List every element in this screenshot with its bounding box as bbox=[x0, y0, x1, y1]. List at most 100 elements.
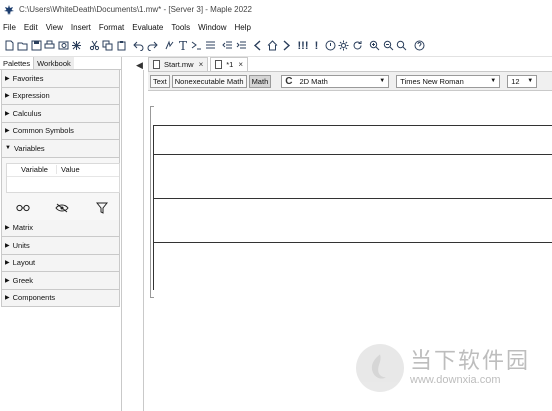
doc-tab-start[interactable]: Start.mw × bbox=[148, 57, 209, 71]
maple-leaf-icon bbox=[4, 4, 14, 15]
save-icon[interactable] bbox=[30, 40, 42, 52]
home-icon[interactable] bbox=[266, 40, 278, 52]
pane-divider[interactable] bbox=[143, 70, 144, 411]
collapse-pane-arrow-icon[interactable]: ◀ bbox=[136, 60, 143, 71]
copy-icon[interactable] bbox=[102, 40, 114, 52]
expand-triangle-icon: ▶ bbox=[5, 93, 10, 100]
help-icon[interactable] bbox=[413, 40, 425, 52]
palette-expression[interactable]: ▶ Expression bbox=[1, 87, 120, 105]
palette-variables[interactable]: ▼ Variables bbox=[1, 140, 120, 158]
palette-label: Common Symbols bbox=[12, 126, 74, 136]
paragraph-icon[interactable] bbox=[204, 40, 216, 52]
zoom-fit-icon[interactable] bbox=[396, 40, 408, 52]
menu-insert[interactable]: Insert bbox=[71, 23, 91, 32]
zoom-in-icon[interactable] bbox=[369, 40, 381, 52]
menu-tools[interactable]: Tools bbox=[171, 23, 190, 32]
doc-tab-1[interactable]: *1 × bbox=[210, 57, 249, 71]
expand-triangle-icon: ▶ bbox=[5, 242, 10, 249]
palette-matrix[interactable]: ▶ Matrix bbox=[1, 219, 120, 237]
execution-group-4[interactable] bbox=[153, 242, 552, 290]
execution-group-3[interactable] bbox=[153, 198, 552, 243]
context-bar: Text Nonexecutable Math Math C 2D Math ▼… bbox=[148, 71, 552, 91]
print-icon[interactable] bbox=[44, 40, 56, 52]
palette-favorites[interactable]: ▶ Favorites bbox=[1, 70, 120, 88]
print-preview-icon[interactable] bbox=[57, 40, 69, 52]
execution-group-1[interactable] bbox=[153, 125, 552, 155]
menu-view[interactable]: View bbox=[46, 23, 63, 32]
main-toolbar: T !!! ! bbox=[0, 35, 552, 57]
math-mode-value: 2D Math bbox=[299, 76, 328, 86]
new-icon[interactable] bbox=[3, 40, 15, 52]
palette-greek[interactable]: ▶ Greek bbox=[1, 272, 120, 290]
menu-file[interactable]: File bbox=[3, 23, 16, 32]
close-tab-icon[interactable]: × bbox=[238, 60, 243, 69]
execution-group-icon[interactable] bbox=[191, 40, 203, 52]
expand-triangle-icon: ▶ bbox=[5, 295, 10, 302]
palette-components[interactable]: ▶ Components bbox=[1, 289, 120, 307]
menu-format[interactable]: Format bbox=[99, 23, 124, 32]
watermark: 当下软件园 www.downxia.com bbox=[356, 338, 552, 398]
hide-eye-icon[interactable] bbox=[55, 201, 69, 215]
palette-label: Units bbox=[12, 240, 30, 250]
document-tabs: Start.mw × *1 × bbox=[148, 57, 250, 71]
palette-units[interactable]: ▶ Units bbox=[1, 237, 120, 255]
collapse-triangle-icon: ▼ bbox=[5, 145, 11, 152]
close-tab-icon[interactable]: × bbox=[199, 60, 204, 69]
tab-palettes[interactable]: Palettes bbox=[0, 57, 35, 69]
expand-triangle-icon: ▶ bbox=[5, 277, 10, 284]
text-mode-button[interactable]: Text bbox=[150, 74, 170, 88]
menu-window[interactable]: Window bbox=[198, 23, 226, 32]
document-icon bbox=[153, 60, 160, 69]
insert-text-icon[interactable]: T bbox=[177, 40, 189, 52]
math-mode-button[interactable]: Math bbox=[248, 74, 272, 88]
chevron-down-icon: ▼ bbox=[379, 77, 386, 84]
variables-table[interactable]: Variable Value bbox=[6, 162, 120, 193]
font-size-value: 12 bbox=[511, 76, 520, 86]
zoom-out-icon[interactable] bbox=[382, 40, 394, 52]
redo-icon[interactable] bbox=[146, 40, 158, 52]
stop-icon[interactable]: ! bbox=[311, 40, 323, 52]
title-bar: C:\Users\WhiteDeath\Documents\1.mw* - [S… bbox=[0, 0, 552, 19]
palette-label: Calculus bbox=[12, 108, 42, 118]
expand-triangle-icon: ▶ bbox=[5, 128, 10, 135]
filter-icon[interactable] bbox=[95, 201, 109, 215]
debug-icon[interactable] bbox=[71, 40, 83, 52]
math-mode-select[interactable]: C 2D Math ▼ bbox=[281, 74, 390, 88]
chevron-down-icon: ▼ bbox=[527, 77, 534, 84]
palette-layout[interactable]: ▶ Layout bbox=[1, 254, 120, 272]
open-icon[interactable] bbox=[17, 40, 29, 52]
expand-triangle-icon: ▶ bbox=[5, 75, 10, 82]
paste-icon[interactable] bbox=[115, 40, 127, 52]
column-header-variable[interactable]: Variable bbox=[7, 165, 56, 174]
nonexecutable-math-button[interactable]: Nonexecutable Math bbox=[171, 74, 247, 88]
settings-icon[interactable] bbox=[338, 40, 350, 52]
cut-icon[interactable] bbox=[88, 40, 100, 52]
restart-icon[interactable] bbox=[351, 40, 363, 52]
menu-evaluate[interactable]: Evaluate bbox=[132, 23, 163, 32]
font-size-select[interactable]: 12 ▼ bbox=[507, 74, 538, 88]
palette-label: Favorites bbox=[12, 73, 44, 83]
doc-tab-label: Start.mw bbox=[164, 60, 194, 69]
tab-workbook[interactable]: Workbook bbox=[34, 57, 74, 69]
forward-icon[interactable] bbox=[280, 40, 292, 52]
palette-calculus[interactable]: ▶ Calculus bbox=[1, 105, 120, 123]
info-icon[interactable] bbox=[324, 40, 336, 52]
outdent-icon[interactable] bbox=[222, 40, 234, 52]
indent-icon[interactable] bbox=[235, 40, 247, 52]
palette-label: Greek bbox=[12, 275, 34, 285]
execute-all-icon[interactable]: !!! bbox=[297, 40, 309, 52]
menu-help[interactable]: Help bbox=[235, 23, 251, 32]
pane-tabs: Palettes Workbook bbox=[0, 57, 121, 70]
palette-common-symbols[interactable]: ▶ Common Symbols bbox=[1, 122, 120, 140]
insert-math-icon[interactable] bbox=[164, 40, 176, 52]
undo-icon[interactable] bbox=[133, 40, 145, 52]
font-family-select[interactable]: Times New Roman ▼ bbox=[396, 74, 501, 88]
glasses-icon[interactable] bbox=[16, 201, 30, 215]
expand-triangle-icon: ▶ bbox=[5, 225, 10, 232]
expand-triangle-icon: ▶ bbox=[5, 260, 10, 267]
palette-label: Expression bbox=[12, 91, 50, 101]
execution-group-2[interactable] bbox=[153, 154, 552, 199]
menu-edit[interactable]: Edit bbox=[24, 23, 38, 32]
column-header-value[interactable]: Value bbox=[56, 165, 105, 174]
back-icon[interactable] bbox=[253, 40, 265, 52]
